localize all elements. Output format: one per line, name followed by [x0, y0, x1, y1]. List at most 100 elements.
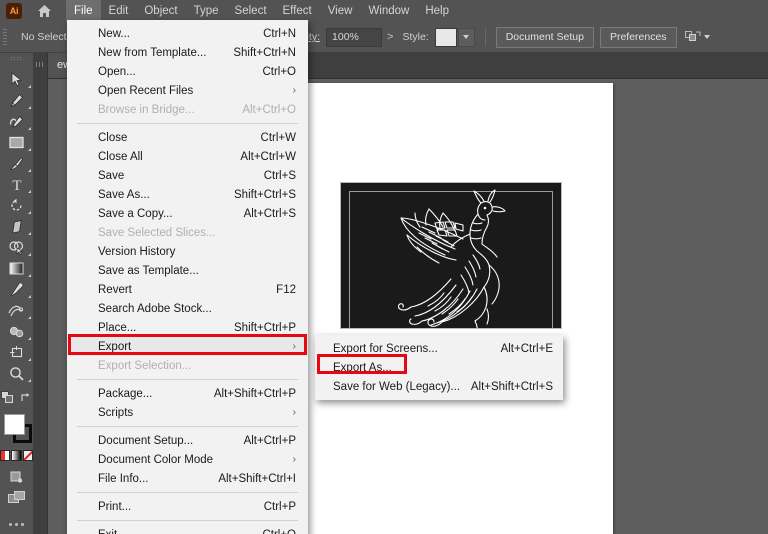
swap-fill-stroke-icon[interactable]: [20, 391, 32, 409]
width-tool[interactable]: [0, 300, 33, 321]
eraser-tool[interactable]: [0, 216, 33, 237]
label: Browse in Bridge...: [98, 103, 195, 116]
document-setup-button[interactable]: Document Setup: [495, 26, 594, 48]
none-button-icon[interactable]: [22, 449, 33, 461]
shortcut: Ctrl+Q: [262, 529, 296, 534]
menu-file[interactable]: File: [66, 0, 101, 22]
menu-item-place[interactable]: Place... Shift+Ctrl+P: [67, 318, 308, 337]
shortcut: Alt+Ctrl+S: [243, 207, 296, 220]
gradient-button-icon[interactable]: [11, 449, 22, 461]
edit-toolbar-button[interactable]: [0, 514, 33, 534]
menu-item-open[interactable]: Open... Ctrl+O: [67, 62, 308, 81]
menu-item-save-as-template[interactable]: Save as Template...: [67, 261, 308, 280]
menu-item-package[interactable]: Package... Alt+Shift+Ctrl+P: [67, 384, 308, 403]
tool-expand-corner-icon: [28, 295, 31, 298]
menu-type[interactable]: Type: [186, 0, 227, 22]
label: Place...: [98, 321, 137, 334]
color-button-icon[interactable]: [0, 449, 11, 461]
dot-icon: [9, 522, 12, 526]
menu-item-close-all[interactable]: Close All Alt+Ctrl+W: [67, 147, 308, 166]
menu-help[interactable]: Help: [417, 0, 457, 22]
menu-item-save[interactable]: Save Ctrl+S: [67, 166, 308, 185]
style-dropdown[interactable]: [457, 27, 475, 47]
menu-item-open-recent-files[interactable]: Open Recent Files ›: [67, 81, 308, 100]
menu-item-document-setup[interactable]: Document Setup... Alt+Ctrl+P: [67, 431, 308, 450]
tools-panel-grip[interactable]: [11, 56, 22, 61]
opacity-options-button[interactable]: >: [382, 31, 398, 43]
app-logo-icon[interactable]: Ai: [6, 3, 22, 19]
menu-item-save-as[interactable]: Save As... Shift+Ctrl+S: [67, 185, 308, 204]
opacity-input[interactable]: 100%: [326, 27, 383, 47]
label: New from Template...: [98, 46, 207, 59]
menu-item-save-a-copy[interactable]: Save a Copy... Alt+Ctrl+S: [67, 204, 308, 223]
zoom-tool[interactable]: [0, 363, 33, 384]
menu-bar: Ai File Edit Object Type Select Effect V…: [0, 0, 768, 22]
menu-item-exit[interactable]: Exit Ctrl+Q: [67, 525, 308, 534]
menu-item-export[interactable]: Export ›: [67, 337, 308, 356]
rectangle-tool[interactable]: [0, 132, 33, 153]
pen-tool[interactable]: [0, 90, 33, 111]
selection-tool[interactable]: [0, 69, 33, 90]
style-swatch[interactable]: [434, 27, 457, 47]
artboard-tool[interactable]: [0, 342, 33, 363]
file-menu-dropdown[interactable]: New... Ctrl+N New from Template... Shift…: [67, 20, 308, 534]
gradient-tool[interactable]: [0, 258, 33, 279]
rotate-tool[interactable]: [0, 195, 33, 216]
free-transform-tool[interactable]: [0, 321, 33, 342]
collapsed-panel-strip[interactable]: chevron-double-right-icon: [33, 52, 48, 534]
phoenix-line-art[interactable]: [377, 189, 527, 328]
menu-effect[interactable]: Effect: [275, 0, 320, 22]
eyedropper-tool[interactable]: [0, 279, 33, 300]
menu-item-revert[interactable]: Revert F12: [67, 280, 308, 299]
home-icon[interactable]: [36, 3, 52, 19]
menu-item-new-from-template[interactable]: New from Template... Shift+Ctrl+N: [67, 43, 308, 62]
shape-builder-tool[interactable]: [0, 237, 33, 258]
label: Open Recent Files: [98, 84, 194, 97]
type-tool[interactable]: T: [0, 174, 33, 195]
default-fill-stroke-icon[interactable]: [1, 391, 14, 409]
menu-object[interactable]: Object: [136, 0, 185, 22]
menu-view[interactable]: View: [320, 0, 361, 22]
submenu-item-export-as[interactable]: Export As...: [315, 358, 563, 377]
chevron-right-icon: ›: [292, 454, 296, 465]
menu-window[interactable]: Window: [360, 0, 417, 22]
menu-item-search-adobe-stock[interactable]: Search Adobe Stock...: [67, 299, 308, 318]
menu-item-close[interactable]: Close Ctrl+W: [67, 128, 308, 147]
fill-swatch[interactable]: [4, 414, 25, 435]
menu-select[interactable]: Select: [227, 0, 275, 22]
menu-item-document-color-mode[interactable]: Document Color Mode ›: [67, 450, 308, 469]
tool-expand-corner-icon: [28, 127, 31, 130]
tool-expand-corner-icon: [28, 190, 31, 193]
divider: [484, 28, 486, 46]
color-mode-buttons: [0, 448, 33, 462]
label: Scripts: [98, 406, 134, 419]
fill-stroke-swatches[interactable]: [0, 412, 33, 446]
menu-item-scripts[interactable]: Scripts ›: [67, 403, 308, 422]
screen-mode-button[interactable]: [0, 487, 33, 508]
shortcut: Shift+Ctrl+P: [234, 321, 296, 334]
chevron-right-icon: ›: [292, 407, 296, 418]
preferences-button[interactable]: Preferences: [599, 26, 677, 48]
curvature-tool[interactable]: [0, 111, 33, 132]
menu-item-file-info[interactable]: File Info... Alt+Shift+Ctrl+I: [67, 469, 308, 488]
export-submenu[interactable]: Export for Screens... Alt+Ctrl+E Export …: [315, 335, 563, 400]
shortcut: Alt+Shift+Ctrl+P: [213, 387, 296, 400]
artwork-container[interactable]: [340, 182, 562, 329]
paintbrush-tool[interactable]: [0, 153, 33, 174]
shortcut: Alt+Ctrl+E: [500, 342, 553, 355]
drawing-mode-button[interactable]: [0, 466, 33, 487]
submenu-item-export-for-screens[interactable]: Export for Screens... Alt+Ctrl+E: [315, 339, 563, 358]
panel-strip-grip: [36, 62, 44, 67]
menu-bar-items: File Edit Object Type Select Effect View…: [66, 0, 457, 22]
menu-item-new[interactable]: New... Ctrl+N: [67, 24, 308, 43]
tool-expand-corner-icon: [28, 148, 31, 151]
menu-edit[interactable]: Edit: [101, 0, 137, 22]
arrange-documents-icon[interactable]: [684, 30, 710, 44]
chevron-down-icon: [463, 35, 470, 39]
tool-expand-corner-icon: [28, 337, 31, 340]
dot-icon: [21, 522, 24, 526]
menu-item-print[interactable]: Print... Ctrl+P: [67, 497, 308, 516]
menu-item-version-history[interactable]: Version History: [67, 242, 308, 261]
submenu-item-save-for-web-legacy[interactable]: Save for Web (Legacy)... Alt+Shift+Ctrl+…: [315, 377, 563, 396]
shortcut: Ctrl+W: [260, 131, 296, 144]
